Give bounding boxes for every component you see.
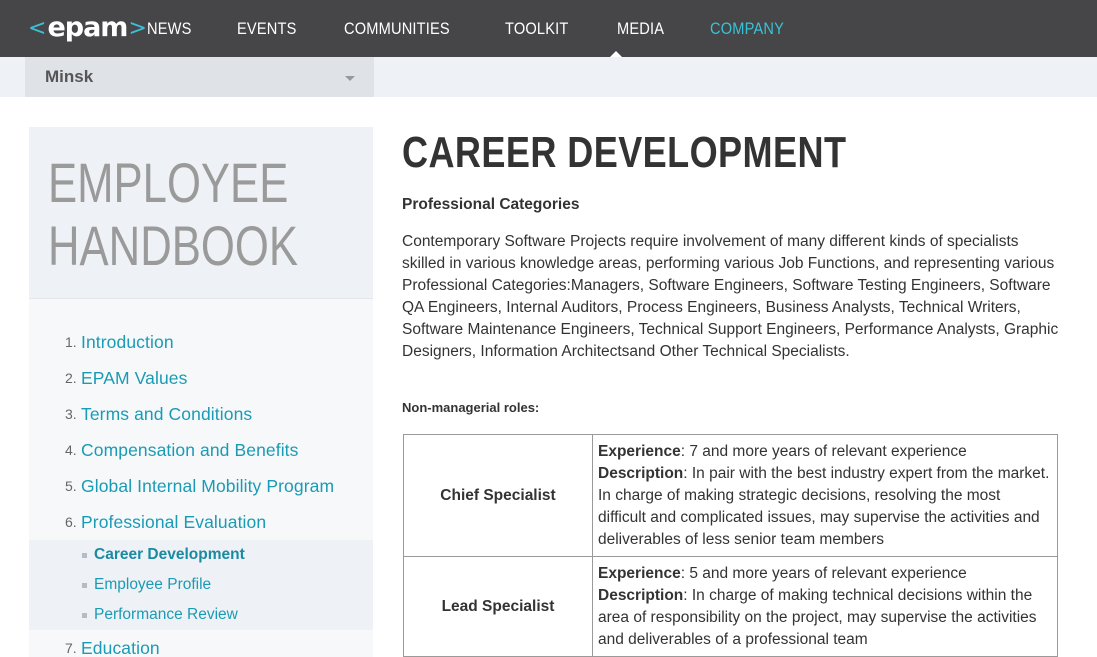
table-row: Lead Specialist Experience: 5 and more y… [403, 556, 1058, 657]
toc-number: 3. [65, 406, 77, 422]
toc-number: 1. [65, 334, 77, 350]
handbook-title: Employee Handbook [48, 151, 360, 277]
dropdown-arrow-icon [345, 76, 355, 81]
sidebar-divider [29, 298, 373, 299]
main-menu: News Events Communities Toolkit Media Co… [147, 0, 834, 57]
page-title: Career Development [402, 128, 847, 177]
role-description: Description: In pair with the best indus… [598, 463, 1052, 551]
role-name: Lead Specialist [403, 556, 593, 657]
role-details: Experience: 5 and more years of relevant… [592, 556, 1058, 657]
description-label: Description [598, 464, 684, 482]
toc-item-terms-and-conditions[interactable]: 3. Terms and Conditions [65, 402, 252, 426]
toc-item-epam-values[interactable]: 2. EPAM Values [65, 366, 187, 390]
chevron-right-icon: > [128, 16, 147, 41]
experience-text: : 7 and more years of relevant experienc… [680, 442, 967, 460]
experience-text: : 5 and more years of relevant experienc… [680, 564, 967, 582]
nav-item-toolkit[interactable]: Toolkit [505, 0, 568, 57]
toc-subitem-career-development[interactable]: Career Development [82, 545, 245, 565]
toc-sublink[interactable]: Career Development [94, 546, 245, 564]
role-experience: Experience: 5 and more years of relevant… [598, 563, 1052, 585]
epam-logo[interactable]: < epam > [28, 11, 147, 44]
role-name: Chief Specialist [403, 434, 593, 557]
nav-item-communities[interactable]: Communities [344, 0, 450, 57]
toc-sublink[interactable]: Employee Profile [94, 576, 211, 594]
toc-link[interactable]: Education [81, 638, 160, 657]
role-description: Description: In charge of making technic… [598, 585, 1052, 651]
location-select[interactable]: Minsk [25, 57, 374, 97]
role-details: Experience: 7 and more years of relevant… [592, 434, 1058, 557]
toc-item-introduction[interactable]: 1. Introduction [65, 330, 174, 354]
toc-link[interactable]: Terms and Conditions [81, 404, 252, 425]
bullet-icon [82, 552, 87, 558]
top-navigation-bar: < epam > News Events Communities Toolkit… [0, 0, 1097, 57]
toc-link[interactable]: EPAM Values [81, 368, 187, 389]
table-row: Chief Specialist Experience: 7 and more … [403, 434, 1058, 557]
roles-table: Chief Specialist Experience: 7 and more … [403, 434, 1058, 657]
logo-wordmark: epam [47, 11, 128, 43]
toc-number: 5. [65, 478, 77, 494]
toc-link[interactable]: Compensation and Benefits [81, 440, 299, 461]
bullet-icon [82, 612, 87, 618]
description-label: Description [598, 586, 684, 604]
toc-item-education[interactable]: 7. Education [65, 636, 160, 657]
experience-label: Experience [598, 442, 681, 460]
nav-item-events[interactable]: Events [237, 0, 297, 57]
chevron-left-icon: < [28, 16, 47, 41]
location-selected-value: Minsk [45, 67, 94, 86]
toc-number: 4. [65, 442, 77, 458]
toc-number: 6. [65, 514, 77, 530]
toc-item-global-internal-mobility[interactable]: 5. Global Internal Mobility Program [65, 474, 334, 498]
bullet-icon [82, 582, 87, 588]
nav-item-media[interactable]: Media [617, 0, 664, 57]
toc-item-professional-evaluation[interactable]: 6. Professional Evaluation [65, 510, 266, 534]
roles-heading: Non-managerial roles: [402, 400, 540, 415]
toc-sublink[interactable]: Performance Review [94, 606, 238, 624]
handbook-title-line1: Employee [48, 151, 289, 214]
section-heading: Professional Categories [402, 196, 580, 213]
intro-paragraph: Contemporary Software Projects require i… [402, 233, 1059, 360]
toc-subitem-performance-review[interactable]: Performance Review [82, 605, 238, 625]
experience-label: Experience [598, 564, 681, 582]
nav-item-news[interactable]: News [147, 0, 192, 57]
toc-link[interactable]: Global Internal Mobility Program [81, 476, 334, 497]
toc-number: 7. [65, 640, 77, 656]
role-experience: Experience: 7 and more years of relevant… [598, 441, 1052, 463]
handbook-title-line2: Handbook [48, 214, 298, 277]
toc-subitem-employee-profile[interactable]: Employee Profile [82, 575, 211, 595]
nav-item-company[interactable]: Company [710, 0, 784, 57]
toc-link[interactable]: Introduction [81, 332, 174, 353]
toc-item-compensation-and-benefits[interactable]: 4. Compensation and Benefits [65, 438, 299, 462]
handbook-header: Employee Handbook [29, 127, 373, 298]
toc-link[interactable]: Professional Evaluation [81, 512, 266, 533]
toc-number: 2. [65, 370, 77, 386]
